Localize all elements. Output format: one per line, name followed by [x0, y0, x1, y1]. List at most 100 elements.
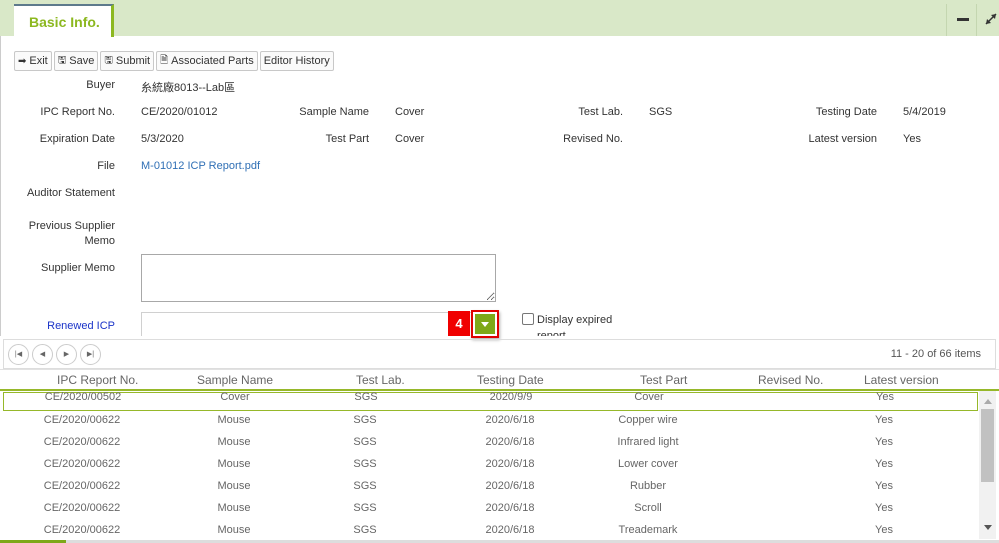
grid-body: CE/2020/00502 Cover SGS 2020/9/9 Cover Yes CE/… [0, 391, 999, 539]
table-cell-latest-version: Yes [875, 502, 893, 514]
file-link[interactable]: M-01012 ICP Report.pdf [141, 160, 260, 172]
column-header-ipc-report-no[interactable]: IPC Report No. [57, 373, 138, 387]
table-row[interactable]: CE/2020/00622 Mouse SGS 2020/6/18 Copper wir… [0, 411, 979, 433]
last-page-button[interactable]: ▶| [80, 344, 101, 365]
divider [976, 4, 977, 36]
table-cell-sample-name: Mouse [217, 502, 251, 514]
table-cell-test-part: Scroll [634, 502, 662, 514]
revised-no-label: Revised No. [563, 133, 623, 145]
testing-date-label: Testing Date [815, 106, 877, 118]
table-cell-ipc-report-no: CE/2020/00622 [43, 458, 121, 470]
toolbar: ➡ Exit 🖫 Save 🖫 Submit 🗎 Associated Part… [14, 51, 334, 71]
table-cell-test-lab: SGS [353, 480, 377, 492]
chevron-down-icon [475, 314, 495, 334]
scrollbar-thumb[interactable] [981, 409, 994, 482]
table-cell-sample-name: Mouse [217, 458, 251, 470]
ipc-report-label: IPC Report No. [40, 106, 115, 118]
table-cell-test-lab: SGS [353, 436, 377, 448]
table-cell-testing-date: 2020/6/18 [485, 458, 535, 470]
supplier-memo-textarea[interactable] [141, 254, 496, 302]
first-page-button[interactable]: |◀ [8, 344, 29, 365]
table-cell-test-lab: SGS [354, 391, 378, 403]
ipc-report-value: CE/2020/01012 [141, 106, 218, 118]
table-row[interactable]: CE/2020/00622 Mouse SGS 2020/6/18 Treademark… [0, 521, 979, 539]
table-row[interactable]: CE/2020/00502 Cover SGS 2020/9/9 Cover Yes [3, 391, 978, 411]
display-expired-checkbox-label[interactable]: Display expired report [522, 312, 632, 336]
column-header-test-part[interactable]: Test Part [640, 373, 687, 387]
tab-basic-info[interactable]: Basic Info. [14, 4, 114, 37]
column-header-latest-version[interactable]: Latest version [864, 373, 939, 387]
table-cell-ipc-report-no: CE/2020/00622 [43, 502, 121, 514]
table-cell-test-part: Treademark [618, 524, 678, 536]
first-page-icon: |◀ [14, 351, 23, 358]
minimize-button[interactable] [950, 8, 972, 30]
step-badge: 4 [448, 311, 470, 336]
table-cell-sample-name: Mouse [217, 414, 251, 426]
document-icon: 🗎 [160, 54, 169, 66]
column-header-revised-no[interactable]: Revised No. [758, 373, 823, 387]
column-header-testing-date[interactable]: Testing Date [477, 373, 544, 387]
table-cell-testing-date: 2020/9/9 [489, 391, 533, 403]
table-cell-sample-name: Cover [220, 391, 250, 403]
table-cell-ipc-report-no: CE/2020/00502 [44, 391, 122, 403]
column-header-test-lab[interactable]: Test Lab. [356, 373, 405, 387]
table-cell-testing-date: 2020/6/18 [485, 480, 535, 492]
table-cell-latest-version: Yes [875, 436, 893, 448]
expand-icon [985, 13, 997, 25]
display-expired-checkbox[interactable] [522, 313, 534, 325]
table-cell-ipc-report-no: CE/2020/00622 [43, 480, 121, 492]
maximize-button[interactable] [980, 8, 999, 30]
table-row[interactable]: CE/2020/00622 Mouse SGS 2020/6/18 Rubber Yes [0, 477, 979, 499]
table-row[interactable]: CE/2020/00622 Mouse SGS 2020/6/18 Infrared l… [0, 433, 979, 455]
table-cell-testing-date: 2020/6/18 [485, 436, 535, 448]
table-cell-latest-version: Yes [875, 480, 893, 492]
renewed-icp-label: Renewed ICP [47, 320, 115, 332]
save-button[interactable]: 🖫 Save [53, 51, 99, 71]
table-row[interactable]: CE/2020/00622 Mouse SGS 2020/6/18 Scroll Yes [0, 499, 979, 521]
exit-button[interactable]: ➡ Exit [14, 51, 52, 71]
auditor-statement-label: Auditor Statement [26, 187, 115, 199]
previous-supplier-memo-label-line1: Previous Supplier [28, 220, 115, 232]
table-cell-test-lab: SGS [353, 502, 377, 514]
scroll-down-icon[interactable] [984, 525, 992, 530]
grid-scrollbar[interactable] [979, 391, 996, 539]
minimize-icon [957, 18, 969, 21]
test-part-label: Test Part [325, 133, 369, 145]
test-part-value: Cover [395, 133, 425, 145]
associated-parts-button[interactable]: 🗎 Associated Parts [156, 51, 258, 71]
renewed-icp-dropdown-button[interactable] [471, 310, 499, 338]
exit-icon: ➡ [18, 55, 27, 67]
table-row[interactable]: CE/2020/00622 Mouse SGS 2020/6/18 Lower cove… [0, 455, 979, 477]
submit-label: Submit [115, 55, 151, 67]
renewed-icp-input[interactable] [141, 312, 496, 336]
divider [946, 4, 947, 36]
table-cell-test-part: Rubber [629, 480, 667, 492]
next-page-button[interactable]: ▶ [56, 344, 77, 365]
editor-history-label: Editor History [263, 55, 330, 67]
tab-bar: Basic Info. [0, 0, 999, 37]
expiration-date-value: 5/3/2020 [141, 133, 184, 145]
editor-history-button[interactable]: Editor History [259, 51, 334, 71]
table-cell-latest-version: Yes [875, 458, 893, 470]
table-cell-sample-name: Mouse [217, 524, 251, 536]
table-cell-testing-date: 2020/6/18 [485, 414, 535, 426]
grid-header: IPC Report No. Sample Name Test Lab. Tes… [0, 369, 999, 391]
table-cell-test-part: Copper wire [618, 414, 678, 426]
submit-button[interactable]: 🖫 Submit [100, 51, 155, 71]
table-cell-test-part: Lower cover [618, 458, 678, 470]
last-page-icon: ▶| [86, 351, 95, 358]
table-cell-test-lab: SGS [353, 524, 377, 536]
table-cell-testing-date: 2020/6/18 [485, 502, 535, 514]
table-cell-test-lab: SGS [353, 458, 377, 470]
prev-page-button[interactable]: ◀ [32, 344, 53, 365]
latest-version-value: Yes [903, 133, 921, 145]
table-cell-ipc-report-no: CE/2020/00622 [43, 524, 121, 536]
scroll-up-icon[interactable] [984, 399, 992, 404]
prev-page-icon: ◀ [39, 351, 46, 358]
testing-date-value: 5/4/2019 [903, 106, 946, 118]
previous-supplier-memo-label-line2: Memo [84, 235, 115, 247]
column-header-sample-name[interactable]: Sample Name [197, 373, 273, 387]
sample-name-label: Sample Name [299, 106, 369, 118]
latest-version-label: Latest version [808, 133, 877, 145]
table-cell-ipc-report-no: CE/2020/00622 [43, 414, 121, 426]
